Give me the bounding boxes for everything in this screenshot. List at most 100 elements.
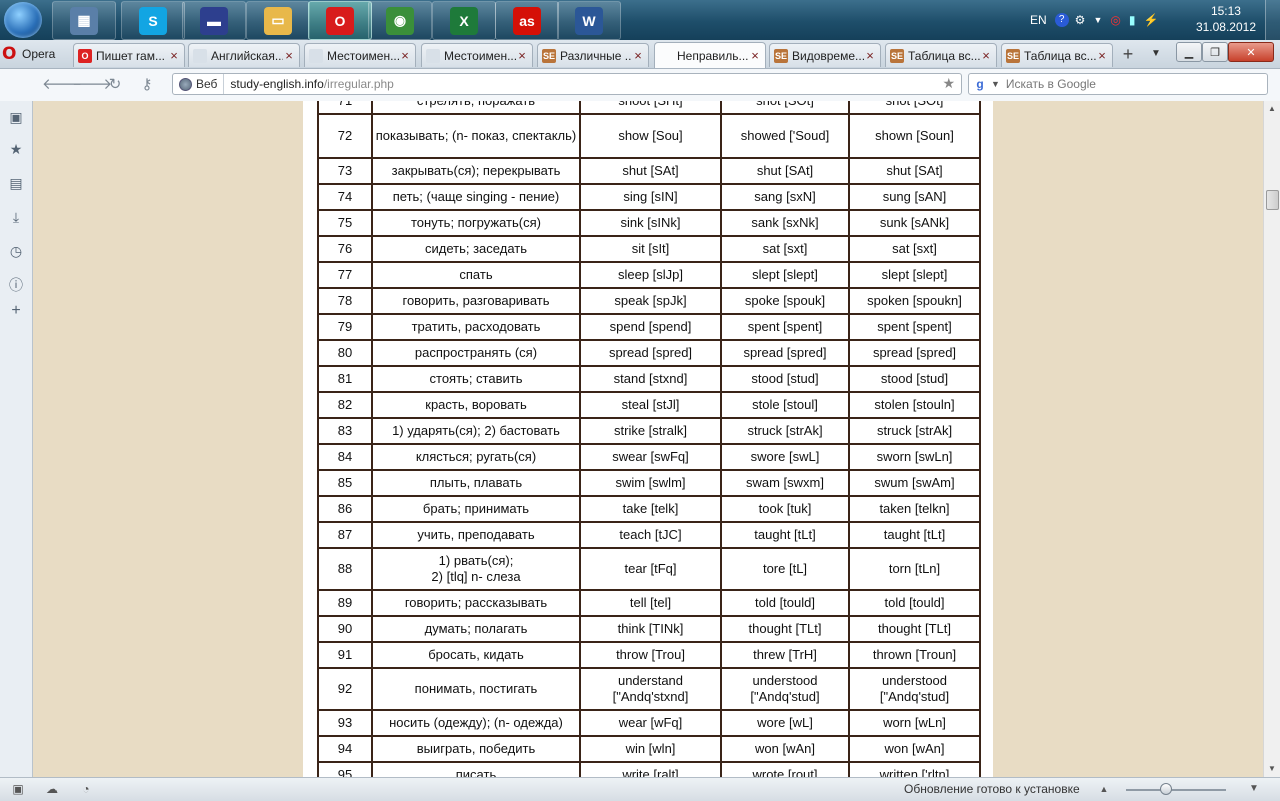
taskbar-app-explorer[interactable]: ▭ bbox=[246, 1, 310, 40]
browser-tab[interactable]: O Пишет rам... × bbox=[73, 43, 185, 67]
search-engine-dropdown-icon[interactable]: ▼ bbox=[991, 79, 1000, 89]
table-row: 81 стоять; ставить stand [stxnd] stood [stu… bbox=[317, 365, 981, 393]
taskbar-app-word[interactable]: W bbox=[557, 1, 621, 40]
verb-translation: учить, преподавать bbox=[371, 521, 581, 549]
verb-translation: стоять; ставить bbox=[371, 365, 581, 393]
tab-close-icon[interactable]: × bbox=[980, 48, 992, 63]
chrome-icon: ◉ bbox=[386, 6, 414, 35]
taskbar-app-lastfm[interactable]: as bbox=[495, 1, 559, 40]
restore-button[interactable]: ❐ bbox=[1202, 42, 1228, 62]
favorites-star-icon[interactable]: ★ bbox=[8, 141, 24, 157]
page-column: 71стрелять; поражатьshoot [SHt]shot [SOt… bbox=[303, 101, 993, 777]
clock[interactable]: 15:13 31.08.2012 bbox=[1196, 3, 1256, 35]
zoom-slider-knob[interactable] bbox=[1160, 783, 1172, 795]
show-desktop-button[interactable] bbox=[1265, 0, 1280, 40]
verb-past-participle: sworn [swLn] bbox=[848, 443, 981, 471]
table-row: 93 носить (одежду); (n- одежда) wear [wFq]… bbox=[317, 709, 981, 737]
verb-number: 81 bbox=[317, 365, 373, 393]
minimize-button[interactable]: ▁ bbox=[1176, 42, 1202, 62]
browser-tab[interactable]: SE Таблица вс... × bbox=[885, 43, 997, 67]
opera-tray-icon[interactable]: ◎ bbox=[1110, 13, 1120, 27]
tab-close-icon[interactable]: × bbox=[749, 48, 761, 63]
status-menu-arrow-icon[interactable]: ▲ bbox=[1096, 782, 1112, 796]
taskbar-app-opera[interactable]: O bbox=[308, 1, 372, 40]
browser-tab[interactable]: SE Таблица вс... × bbox=[1001, 43, 1113, 67]
scrollbar-thumb[interactable] bbox=[1266, 190, 1279, 210]
zoom-slider[interactable] bbox=[1126, 789, 1226, 791]
downloads-icon[interactable]: ⤓ bbox=[8, 209, 24, 225]
options-icon[interactable]: ⚙ bbox=[1075, 13, 1086, 27]
verb-translation: говорить; рассказывать bbox=[371, 589, 581, 617]
power-icon[interactable]: ⚡ bbox=[1143, 13, 1158, 27]
tab-close-icon[interactable]: × bbox=[632, 48, 644, 63]
new-tab-button[interactable]: + bbox=[1117, 44, 1139, 64]
key-icon[interactable]: ⚷ bbox=[136, 75, 158, 95]
taskbar-app-excel[interactable]: X bbox=[432, 1, 496, 40]
taskbar-app-save[interactable]: ▬ bbox=[182, 1, 246, 40]
verb-past-participle: won [wAn] bbox=[848, 735, 981, 763]
table-row: 91 бросать, кидать throw [Trou] threw [TrH]… bbox=[317, 641, 981, 669]
search-field[interactable]: g ▼ Искать в Google bbox=[968, 73, 1268, 95]
unite-cloud-icon[interactable]: ☁ bbox=[44, 782, 60, 796]
panel-toggle-icon[interactable]: ▣ bbox=[10, 782, 26, 796]
browser-tab[interactable]: Неправиль... × bbox=[654, 42, 766, 68]
tab-close-icon[interactable]: × bbox=[864, 48, 876, 63]
start-button[interactable] bbox=[4, 2, 42, 38]
tab-close-icon[interactable]: × bbox=[516, 48, 528, 63]
browser-tab[interactable]: SE Видовреме... × bbox=[769, 43, 881, 67]
tray-expand-icon[interactable]: ▼ bbox=[1093, 15, 1102, 25]
verb-past-participle: sat [sxt] bbox=[848, 235, 981, 263]
language-indicator[interactable]: EN bbox=[1030, 13, 1047, 27]
table-row: 83 1) ударять(ся); 2) бастовать strike [st… bbox=[317, 417, 981, 445]
tab-close-icon[interactable]: × bbox=[168, 48, 180, 63]
vertical-scrollbar[interactable]: ▲ ▼ bbox=[1263, 101, 1280, 777]
back-button[interactable]: 🡐 bbox=[42, 75, 82, 95]
bookmark-star-icon[interactable]: ★ bbox=[942, 75, 955, 92]
close-window-button[interactable]: ✕ bbox=[1228, 42, 1274, 62]
add-panel-icon[interactable]: + bbox=[8, 303, 24, 319]
bookmarks-panel-icon[interactable]: ▣ bbox=[8, 109, 24, 125]
tab-close-icon[interactable]: × bbox=[283, 48, 295, 63]
history-clock-icon[interactable]: ◷ bbox=[8, 243, 24, 259]
browser-tab[interactable]: Местоимен... × bbox=[421, 43, 533, 67]
taskbar-app-calculator[interactable]: ▦ bbox=[52, 1, 116, 40]
scroll-down-icon[interactable]: ▼ bbox=[1266, 763, 1278, 775]
table-row: 74 петь; (чаще singing - пение) sing [sIN]… bbox=[317, 183, 981, 211]
verb-infinitive: sink [sINk] bbox=[579, 209, 722, 237]
address-scope-label: Веб bbox=[196, 77, 218, 91]
scroll-up-icon[interactable]: ▲ bbox=[1266, 103, 1278, 115]
help-icon[interactable]: ? bbox=[1054, 13, 1069, 27]
verb-past-simple: slept [slept] bbox=[720, 261, 850, 289]
network-icon[interactable]: ▮ bbox=[1129, 13, 1136, 27]
browser-tab[interactable]: SE Различные ... × bbox=[537, 43, 649, 67]
info-icon[interactable]: ⓘ bbox=[8, 277, 24, 293]
tab-close-icon[interactable]: × bbox=[399, 48, 411, 63]
taskbar-app-chrome[interactable]: ◉ bbox=[368, 1, 432, 40]
verb-past-participle: thrown [Troun] bbox=[848, 641, 981, 669]
verb-number: 89 bbox=[317, 589, 373, 617]
verb-number: 74 bbox=[317, 183, 373, 211]
verb-number: 76 bbox=[317, 235, 373, 263]
tab-list-button[interactable]: ▼ bbox=[1148, 45, 1164, 63]
status-message[interactable]: Обновление готово к установке bbox=[904, 782, 1080, 796]
opera-menu-button[interactable]: O Opera bbox=[2, 43, 68, 65]
tab-close-icon[interactable]: × bbox=[1096, 48, 1108, 63]
notes-icon[interactable]: ▤ bbox=[8, 175, 24, 191]
reload-icon[interactable]: ↻ bbox=[104, 75, 126, 95]
browser-tab[interactable]: Местоимен... × bbox=[304, 43, 416, 67]
forward-button[interactable]: 🡒 bbox=[72, 75, 112, 95]
verb-translation: думать; полагать bbox=[371, 615, 581, 643]
turbo-gauge-icon[interactable]: ◔ bbox=[78, 782, 94, 796]
address-field[interactable]: Веб study-english.info/irregular.php ★ bbox=[172, 73, 962, 95]
table-row: 71стрелять; поражатьshoot [SHt]shot [SOt… bbox=[317, 101, 981, 115]
verb-infinitive: strike [stralk] bbox=[579, 417, 722, 445]
verb-number: 93 bbox=[317, 709, 373, 737]
taskbar-app-skype[interactable]: S bbox=[121, 1, 185, 40]
verb-past-simple: told [tould] bbox=[720, 589, 850, 617]
browser-tab[interactable]: Английская... × bbox=[188, 43, 300, 67]
verb-translation: плыть, плавать bbox=[371, 469, 581, 497]
zoom-menu-arrow-icon[interactable]: ▼ bbox=[1246, 782, 1262, 796]
verb-past-participle: torn [tLn] bbox=[848, 547, 981, 591]
verb-past-participle: spent [spent] bbox=[848, 313, 981, 341]
address-scope[interactable]: Веб bbox=[173, 74, 225, 94]
